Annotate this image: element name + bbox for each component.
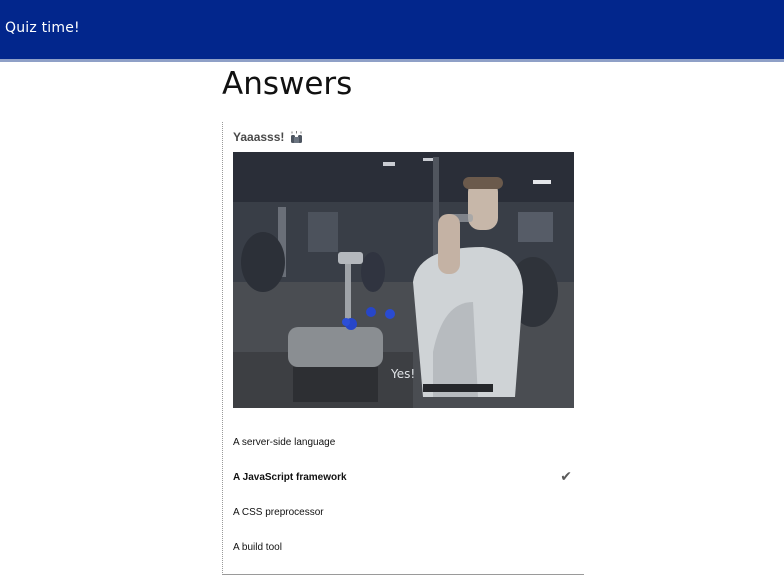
gif-caption: Yes! <box>390 367 415 381</box>
raising-hands-icon <box>289 130 304 144</box>
app-title: Quiz time! <box>5 20 80 36</box>
option-label: A build tool <box>233 542 282 553</box>
option-label: A CSS preprocessor <box>233 507 324 518</box>
celebration-gif: Yes! <box>233 152 574 408</box>
option-build-tool[interactable]: A build tool <box>233 530 574 565</box>
page-title: Answers <box>222 66 353 102</box>
checkmark-icon: ✔ <box>560 469 572 485</box>
answer-options: A server-side language A JavaScript fram… <box>233 425 574 565</box>
option-label: A server-side language <box>233 437 336 448</box>
option-css-preprocessor[interactable]: A CSS preprocessor <box>233 495 574 530</box>
result-heading-text: Yaaasss! <box>233 130 285 144</box>
option-server-side-language[interactable]: A server-side language <box>233 425 574 460</box>
result-heading: Yaaasss! <box>233 130 304 144</box>
option-javascript-framework[interactable]: A JavaScript framework ✔ <box>233 460 574 495</box>
answer-card: Yaaasss! Yes! A server-side language A J… <box>222 122 584 575</box>
option-label: A JavaScript framework <box>233 472 347 483</box>
app-bar: Quiz time! <box>0 0 784 62</box>
